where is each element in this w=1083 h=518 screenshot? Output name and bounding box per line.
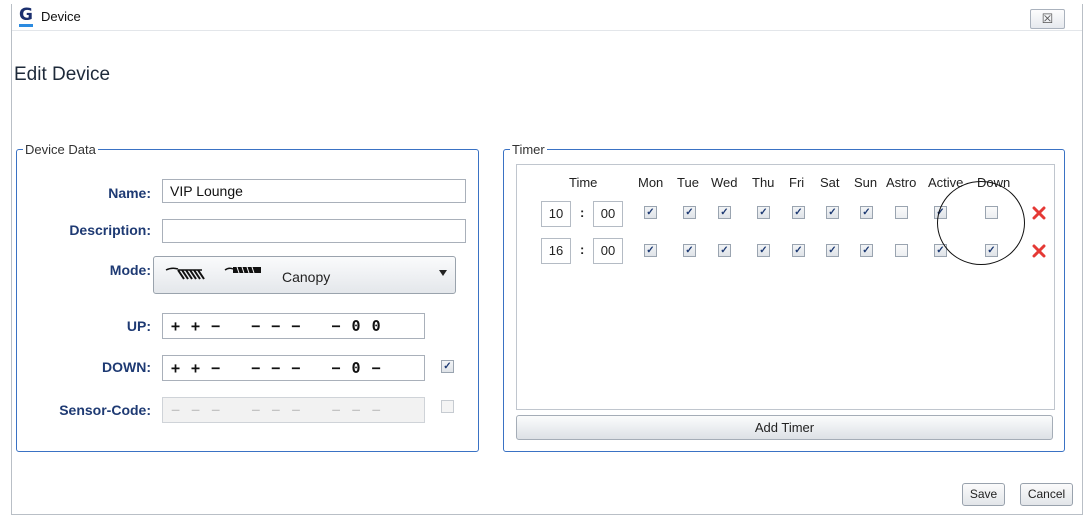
timer-1-fri-checkbox[interactable]: ✓ <box>792 206 805 219</box>
mode-label: Mode: <box>109 262 151 278</box>
timer-2-tue-checkbox[interactable]: ✓ <box>683 244 696 257</box>
description-field[interactable] <box>162 219 466 243</box>
timer-1-minute-field[interactable]: 00 <box>593 201 623 227</box>
chevron-down-icon <box>439 270 447 276</box>
timer-1-sun-checkbox[interactable]: ✓ <box>860 206 873 219</box>
timer-1-tue-checkbox[interactable]: ✓ <box>683 206 696 219</box>
timer-1-wed-checkbox[interactable]: ✓ <box>718 206 731 219</box>
header-thu: Thu <box>752 175 775 190</box>
name-label: Name: <box>108 185 151 201</box>
header-wed: Wed <box>711 175 738 190</box>
name-field[interactable]: VIP Lounge <box>162 179 466 203</box>
up-label: UP: <box>126 318 151 334</box>
down-code-field[interactable]: + + − − − − − 0 − <box>162 355 425 381</box>
down-label: DOWN: <box>102 359 151 375</box>
page-title: Edit Device <box>14 64 111 85</box>
header-mon: Mon <box>638 175 664 190</box>
description-label: Description: <box>69 222 151 238</box>
timer-2-minute-field[interactable]: 00 <box>593 238 623 264</box>
header-sat: Sat <box>820 175 840 190</box>
timer-1-hour-field[interactable]: 10 <box>541 201 571 227</box>
app-logo-icon: G <box>19 6 35 27</box>
timer-1-mon-checkbox[interactable]: ✓ <box>644 206 657 219</box>
timer-1-thu-checkbox[interactable]: ✓ <box>757 206 770 219</box>
timer-2-mon-checkbox[interactable]: ✓ <box>644 244 657 257</box>
timer-2-delete-x-icon[interactable] <box>1032 244 1046 258</box>
device-data-legend: Device Data <box>25 142 96 157</box>
cancel-button[interactable]: Cancel <box>1020 483 1073 506</box>
header-sun: Sun <box>854 175 878 190</box>
timer-1-delete-x-icon[interactable] <box>1032 206 1046 220</box>
timer-legend: Timer <box>512 142 545 157</box>
header-time: Time <box>569 175 598 190</box>
awning-mode-icon <box>224 266 261 274</box>
up-code-field[interactable]: + + − − − − − 0 0 <box>162 313 425 339</box>
canopy-mode-icon <box>165 267 205 280</box>
title-bar: G Device <box>12 4 1082 31</box>
header-tue: Tue <box>677 175 699 190</box>
timer-2-astro-checkbox[interactable] <box>895 244 908 257</box>
timer-1-sat-checkbox[interactable]: ✓ <box>826 206 839 219</box>
sensor-code-field[interactable]: − − − − − − − − − <box>162 397 425 423</box>
mode-select[interactable]: Canopy <box>153 256 456 294</box>
timer-1-astro-checkbox[interactable] <box>895 206 908 219</box>
time-separator: : <box>580 242 585 257</box>
down-code-checkbox[interactable]: ✓ <box>441 360 454 373</box>
timer-2-sun-checkbox[interactable]: ✓ <box>860 244 873 257</box>
window-title: Device <box>41 9 81 24</box>
time-separator: : <box>580 205 585 220</box>
add-timer-button[interactable]: Add Timer <box>516 415 1053 440</box>
timer-2-wed-checkbox[interactable]: ✓ <box>718 244 731 257</box>
header-astro: Astro <box>886 175 917 190</box>
annotation-circle <box>937 181 1025 265</box>
mode-value: Canopy <box>282 269 331 285</box>
sensor-code-checkbox[interactable] <box>441 400 454 413</box>
timer-2-fri-checkbox[interactable]: ✓ <box>792 244 805 257</box>
timer-2-sat-checkbox[interactable]: ✓ <box>826 244 839 257</box>
timer-2-hour-field[interactable]: 16 <box>541 238 571 264</box>
timer-2-thu-checkbox[interactable]: ✓ <box>757 244 770 257</box>
sensor-code-label: Sensor-Code: <box>59 402 151 418</box>
header-fri: Fri <box>789 175 805 190</box>
save-button[interactable]: Save <box>962 483 1005 506</box>
close-button[interactable]: ☒ <box>1030 9 1065 29</box>
